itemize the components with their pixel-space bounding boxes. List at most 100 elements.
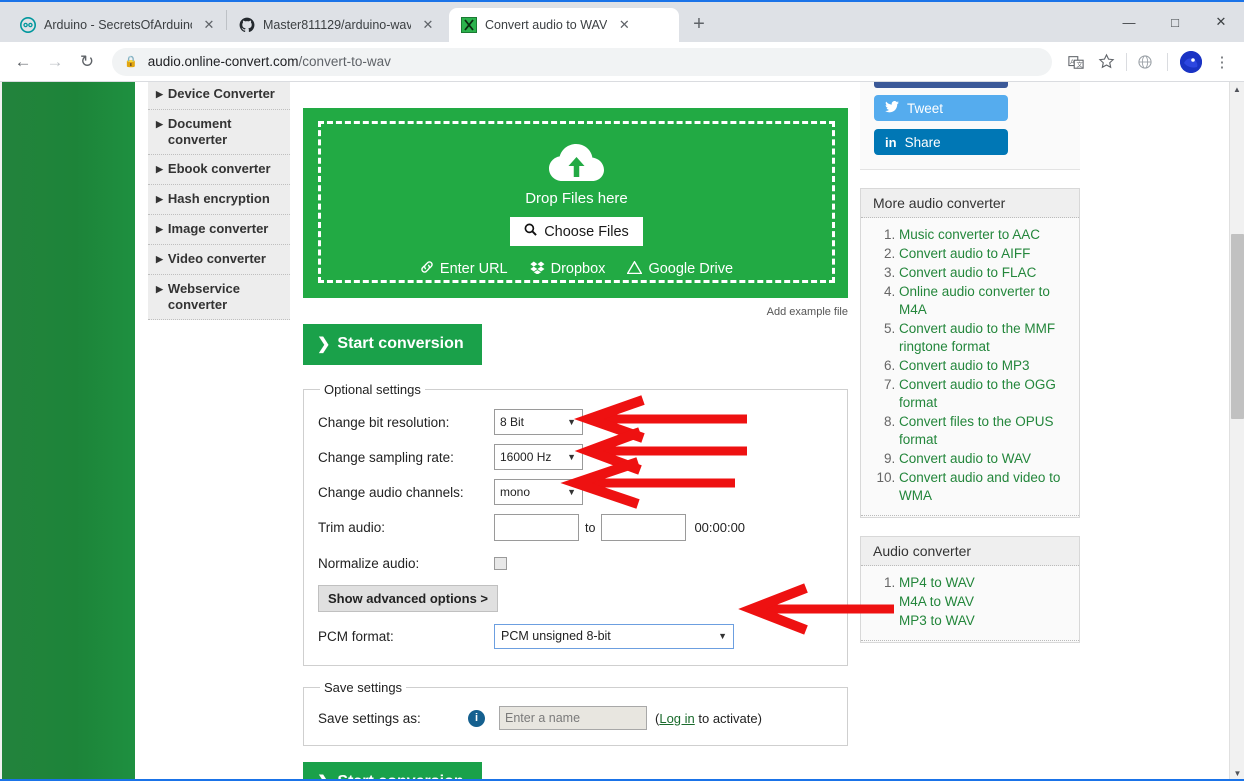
choose-files-button[interactable]: Choose Files xyxy=(510,217,643,246)
save-settings-label: Save settings as: xyxy=(318,710,421,726)
trim-from-input[interactable] xyxy=(494,514,579,541)
sidebar-item-video-converter[interactable]: ▶ Video converter xyxy=(148,245,290,275)
left-nav-list: ▶ Device Converter ▶ Document converter … xyxy=(148,82,290,320)
save-settings-fieldset: Save settings Save settings as: i (Log i… xyxy=(303,680,848,746)
more-audio-converter-title: More audio converter xyxy=(861,189,1079,218)
scrollbar-thumb[interactable] xyxy=(1231,234,1244,419)
link[interactable]: MP3 to WAV xyxy=(899,613,975,628)
pcm-format-select[interactable]: PCM unsigned 8-bit xyxy=(494,623,734,649)
link[interactable]: Music converter to AAC xyxy=(899,227,1040,242)
github-icon xyxy=(239,17,255,33)
link[interactable]: Convert files to the OPUS format xyxy=(899,414,1054,447)
profile-avatar[interactable] xyxy=(1180,50,1202,73)
start-conversion-label: Start conversion xyxy=(337,335,464,352)
forward-button[interactable]: → xyxy=(40,47,70,77)
tab-close-icon[interactable]: ✕ xyxy=(419,16,437,34)
reload-button[interactable]: ↻ xyxy=(72,47,102,77)
row-pcm-format: PCM format: PCM unsigned 8-bit ▼ xyxy=(318,623,833,649)
globe-extension-icon[interactable] xyxy=(1131,48,1159,76)
optional-settings-fieldset: Optional settings Change bit resolution:… xyxy=(303,382,848,666)
chevron-right-icon: ▶ xyxy=(156,89,163,99)
chrome-menu-icon[interactable]: ⋮ xyxy=(1208,48,1236,76)
sidebar-item-document-converter[interactable]: ▶ Document converter xyxy=(148,110,290,155)
chevron-right-icon: ❯ xyxy=(317,336,331,353)
log-in-link[interactable]: Log in xyxy=(659,711,694,726)
row-normalize-audio: Normalize audio: xyxy=(318,550,833,576)
optional-settings-legend: Optional settings xyxy=(324,382,421,397)
list-item[interactable]: M4A to WAV xyxy=(899,593,1079,611)
link[interactable]: MP4 to WAV xyxy=(899,575,975,590)
sidebar-item-image-converter[interactable]: ▶ Image converter xyxy=(148,215,290,245)
tweet-label: Tweet xyxy=(907,100,944,116)
linkedin-share-button[interactable]: in Share xyxy=(874,129,1008,155)
link[interactable]: M4A to WAV xyxy=(899,594,974,609)
tweet-button[interactable]: Tweet xyxy=(874,95,1008,121)
sidebar-item-ebook-converter[interactable]: ▶ Ebook converter xyxy=(148,155,290,185)
audio-channels-select[interactable]: mono xyxy=(494,479,583,505)
normalize-audio-checkbox[interactable] xyxy=(494,556,507,570)
file-dropzone[interactable]: Drop Files here Choose Files Enter URL D… xyxy=(303,108,848,298)
url-text: audio.online-convert.com/convert-to-wav xyxy=(148,54,391,69)
scroll-up-button[interactable]: ▲ xyxy=(1230,82,1244,97)
audio-converter-title: Audio converter xyxy=(861,537,1079,566)
browser-tab-1[interactable]: Arduino - SecretsOfArduinoPWM ✕ xyxy=(8,8,226,42)
settings-name-input[interactable] xyxy=(499,706,647,730)
browser-tab-3-active[interactable]: Convert audio to WAV ✕ xyxy=(449,8,679,42)
bit-resolution-select[interactable]: 8 Bit xyxy=(494,409,583,435)
sidebar-item-label: Video converter xyxy=(167,251,266,266)
link[interactable]: Online audio converter to M4A xyxy=(899,284,1050,317)
link[interactable]: Convert audio to the MMF ringtone format xyxy=(899,321,1055,354)
trim-to-input[interactable] xyxy=(601,514,687,541)
google-drive-button[interactable]: Google Drive xyxy=(626,259,733,278)
maximize-button[interactable]: □ xyxy=(1152,2,1198,42)
link[interactable]: Convert audio to FLAC xyxy=(899,265,1036,280)
enter-url-label: Enter URL xyxy=(439,261,508,277)
svg-text:文: 文 xyxy=(1076,60,1083,68)
translate-icon[interactable]: A 文 xyxy=(1062,48,1090,76)
list-item[interactable]: Convert audio to the OGG format xyxy=(899,376,1079,412)
minimize-button[interactable]: — xyxy=(1106,2,1152,42)
info-icon[interactable]: i xyxy=(468,709,485,727)
start-conversion-button-top[interactable]: ❯ Start conversion xyxy=(303,324,482,365)
sidebar-item-webservice-converter[interactable]: ▶ Webservice converter xyxy=(148,275,290,320)
enter-url-button[interactable]: Enter URL xyxy=(420,260,508,278)
list-item[interactable]: Convert audio to MP3 xyxy=(899,357,1079,375)
sampling-rate-select[interactable]: 16000 Hz xyxy=(494,444,583,470)
list-item[interactable]: Online audio converter to M4A xyxy=(899,283,1079,319)
toolbar-divider xyxy=(1126,52,1127,71)
list-item[interactable]: MP3 to WAV xyxy=(899,612,1079,630)
list-item[interactable]: Convert audio to FLAC xyxy=(899,264,1079,282)
new-tab-button[interactable]: + xyxy=(685,10,713,38)
add-example-file-link[interactable]: Add example file xyxy=(303,306,848,320)
sidebar-item-hash-encryption[interactable]: ▶ Hash encryption xyxy=(148,185,290,215)
login-hint: (Log in to activate) xyxy=(655,711,762,726)
list-item[interactable]: MP4 to WAV xyxy=(899,574,1079,592)
social-share-box: Tweet in Share xyxy=(860,82,1080,170)
link[interactable]: Convert audio and video to WMA xyxy=(899,470,1060,503)
list-item[interactable]: Convert audio and video to WMA xyxy=(899,469,1079,505)
link[interactable]: Convert audio to AIFF xyxy=(899,246,1030,261)
list-item[interactable]: Convert files to the OPUS format xyxy=(899,413,1079,449)
dropbox-button[interactable]: Dropbox xyxy=(529,260,605,278)
show-advanced-options-button[interactable]: Show advanced options > xyxy=(318,585,498,612)
vertical-scrollbar[interactable]: ▲ ▼ xyxy=(1229,82,1244,781)
address-bar[interactable]: 🔒 audio.online-convert.com/convert-to-wa… xyxy=(112,47,1052,76)
list-item[interactable]: Music converter to AAC xyxy=(899,226,1079,244)
list-item[interactable]: Convert audio to AIFF xyxy=(899,245,1079,263)
browser-tab-2[interactable]: Master811129/arduino-wav-play ✕ xyxy=(227,8,445,42)
tab-close-icon[interactable]: ✕ xyxy=(615,16,633,34)
link[interactable]: Convert audio to the OGG format xyxy=(899,377,1056,410)
tab-close-icon[interactable]: ✕ xyxy=(200,16,218,34)
bookmark-star-icon[interactable] xyxy=(1092,48,1120,76)
login-hint-suffix: to activate) xyxy=(694,710,762,726)
facebook-share-button-partial[interactable] xyxy=(874,82,1008,88)
chevron-right-icon: ▶ xyxy=(156,164,163,174)
list-item[interactable]: Convert audio to the MMF ringtone format xyxy=(899,320,1079,356)
sidebar-item-device-converter[interactable]: ▶ Device Converter xyxy=(148,82,290,110)
link[interactable]: Convert audio to MP3 xyxy=(899,358,1030,373)
back-button[interactable]: ← xyxy=(8,47,38,77)
close-window-button[interactable]: ✕ xyxy=(1198,2,1244,42)
link[interactable]: Convert audio to WAV xyxy=(899,451,1031,466)
tab-strip: Arduino - SecretsOfArduinoPWM ✕ Master81… xyxy=(0,0,1244,42)
list-item[interactable]: Convert audio to WAV xyxy=(899,450,1079,468)
